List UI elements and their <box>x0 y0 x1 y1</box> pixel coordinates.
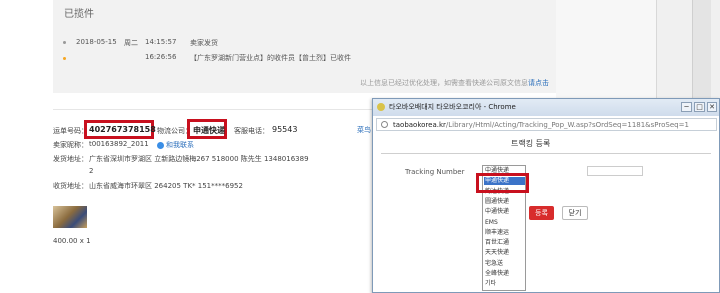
chat-icon <box>157 141 164 149</box>
close-window-button[interactable]: ✕ <box>707 102 717 112</box>
carrier-option[interactable]: 圆通快递 <box>485 198 509 206</box>
tracking-number-label: Tracking Number <box>405 168 465 176</box>
tracking-number-input[interactable] <box>587 166 643 176</box>
window-titlebar[interactable]: 타오바오배대지 타오바오코리아 - Chrome ─ □ ✕ <box>373 99 719 116</box>
carrier-option[interactable]: 全峰快递 <box>485 270 509 278</box>
address-bar[interactable]: taobaokorea.kr/Library/Html/Acting/Track… <box>376 118 717 131</box>
dialog-title: 트랙킹 등록 <box>511 139 551 148</box>
url-text: taobaokorea.kr/Library/Html/Acting/Track… <box>393 121 689 129</box>
tracking-note: 以上信息已经过优化处理，如需查看快递公司原文信息请点击 <box>360 79 549 87</box>
event-time: 14:15:57 <box>145 38 177 46</box>
close-button[interactable]: 닫기 <box>562 206 588 220</box>
seller-value: t00163892_2011 <box>89 140 149 148</box>
ship-to-value: 山东省威海市环翠区 264205 TK* 151****6952 <box>89 182 243 190</box>
price-quantity: 400.00 x 1 <box>53 237 91 245</box>
ship-from-value-cont: 2 <box>89 167 94 175</box>
carrier-option[interactable]: 百世汇通 <box>485 239 509 247</box>
side-area <box>556 0 656 100</box>
ship-to-label: 收货地址： <box>53 182 88 190</box>
carrier-option[interactable]: 顺丰速运 <box>485 229 509 237</box>
event-desc: 【广东罗湖新门营业点】的收件员【曾土烈】已收件 <box>190 54 351 62</box>
event-date: 2018-05-15 <box>76 38 117 46</box>
event-time: 16:26:56 <box>145 53 177 61</box>
tracking-status-title: 已揽件 <box>64 9 94 20</box>
carrier-option[interactable]: 天天快递 <box>485 249 509 257</box>
tracking-popup-window: 타오바오배대지 타오바오코리아 - Chrome ─ □ ✕ taobaokor… <box>372 98 720 293</box>
tracking-no-label: 运单号码： <box>53 127 88 135</box>
page-info-icon[interactable] <box>381 121 388 128</box>
ship-from-value: 广东省深圳市罗湖区 立新路边镜梅267 518000 陈先生 134801638… <box>89 155 309 163</box>
divider <box>53 109 373 110</box>
maximize-button[interactable]: □ <box>694 102 705 112</box>
timeline-dot <box>63 41 66 44</box>
side-link[interactable]: 菜鸟 <box>357 125 371 135</box>
divider <box>381 153 711 154</box>
carrier-value: 申通快递 <box>193 126 225 135</box>
carrier-option[interactable]: EMS <box>485 219 498 227</box>
submit-button[interactable]: 등록 <box>529 206 554 220</box>
carrier-option[interactable]: 기타 <box>485 280 496 288</box>
tracking-no-value: 402767378158 <box>89 125 156 134</box>
contact-seller-link[interactable]: 和我联系 <box>157 140 194 150</box>
hotline-value: 95543 <box>272 125 298 134</box>
chrome-icon <box>377 103 385 111</box>
carrier-option[interactable]: 宅急送 <box>485 260 503 268</box>
window-title: 타오바오배대지 타오바오코리아 - Chrome <box>389 103 516 111</box>
original-info-link[interactable]: 请点击 <box>528 79 549 87</box>
minimize-button[interactable]: ─ <box>681 102 692 112</box>
event-desc: 卖家发货 <box>190 39 218 47</box>
ship-from-label: 发货地址： <box>53 155 88 163</box>
selected-carrier-highlight <box>476 173 529 193</box>
carrier-option[interactable]: 中通快递 <box>485 208 509 216</box>
event-weekday: 周二 <box>124 39 138 47</box>
product-thumbnail[interactable] <box>53 206 87 228</box>
seller-label: 卖家昵称： <box>53 141 88 149</box>
hotline-label: 客服电话： <box>234 127 269 135</box>
timeline-dot-current <box>63 57 66 60</box>
